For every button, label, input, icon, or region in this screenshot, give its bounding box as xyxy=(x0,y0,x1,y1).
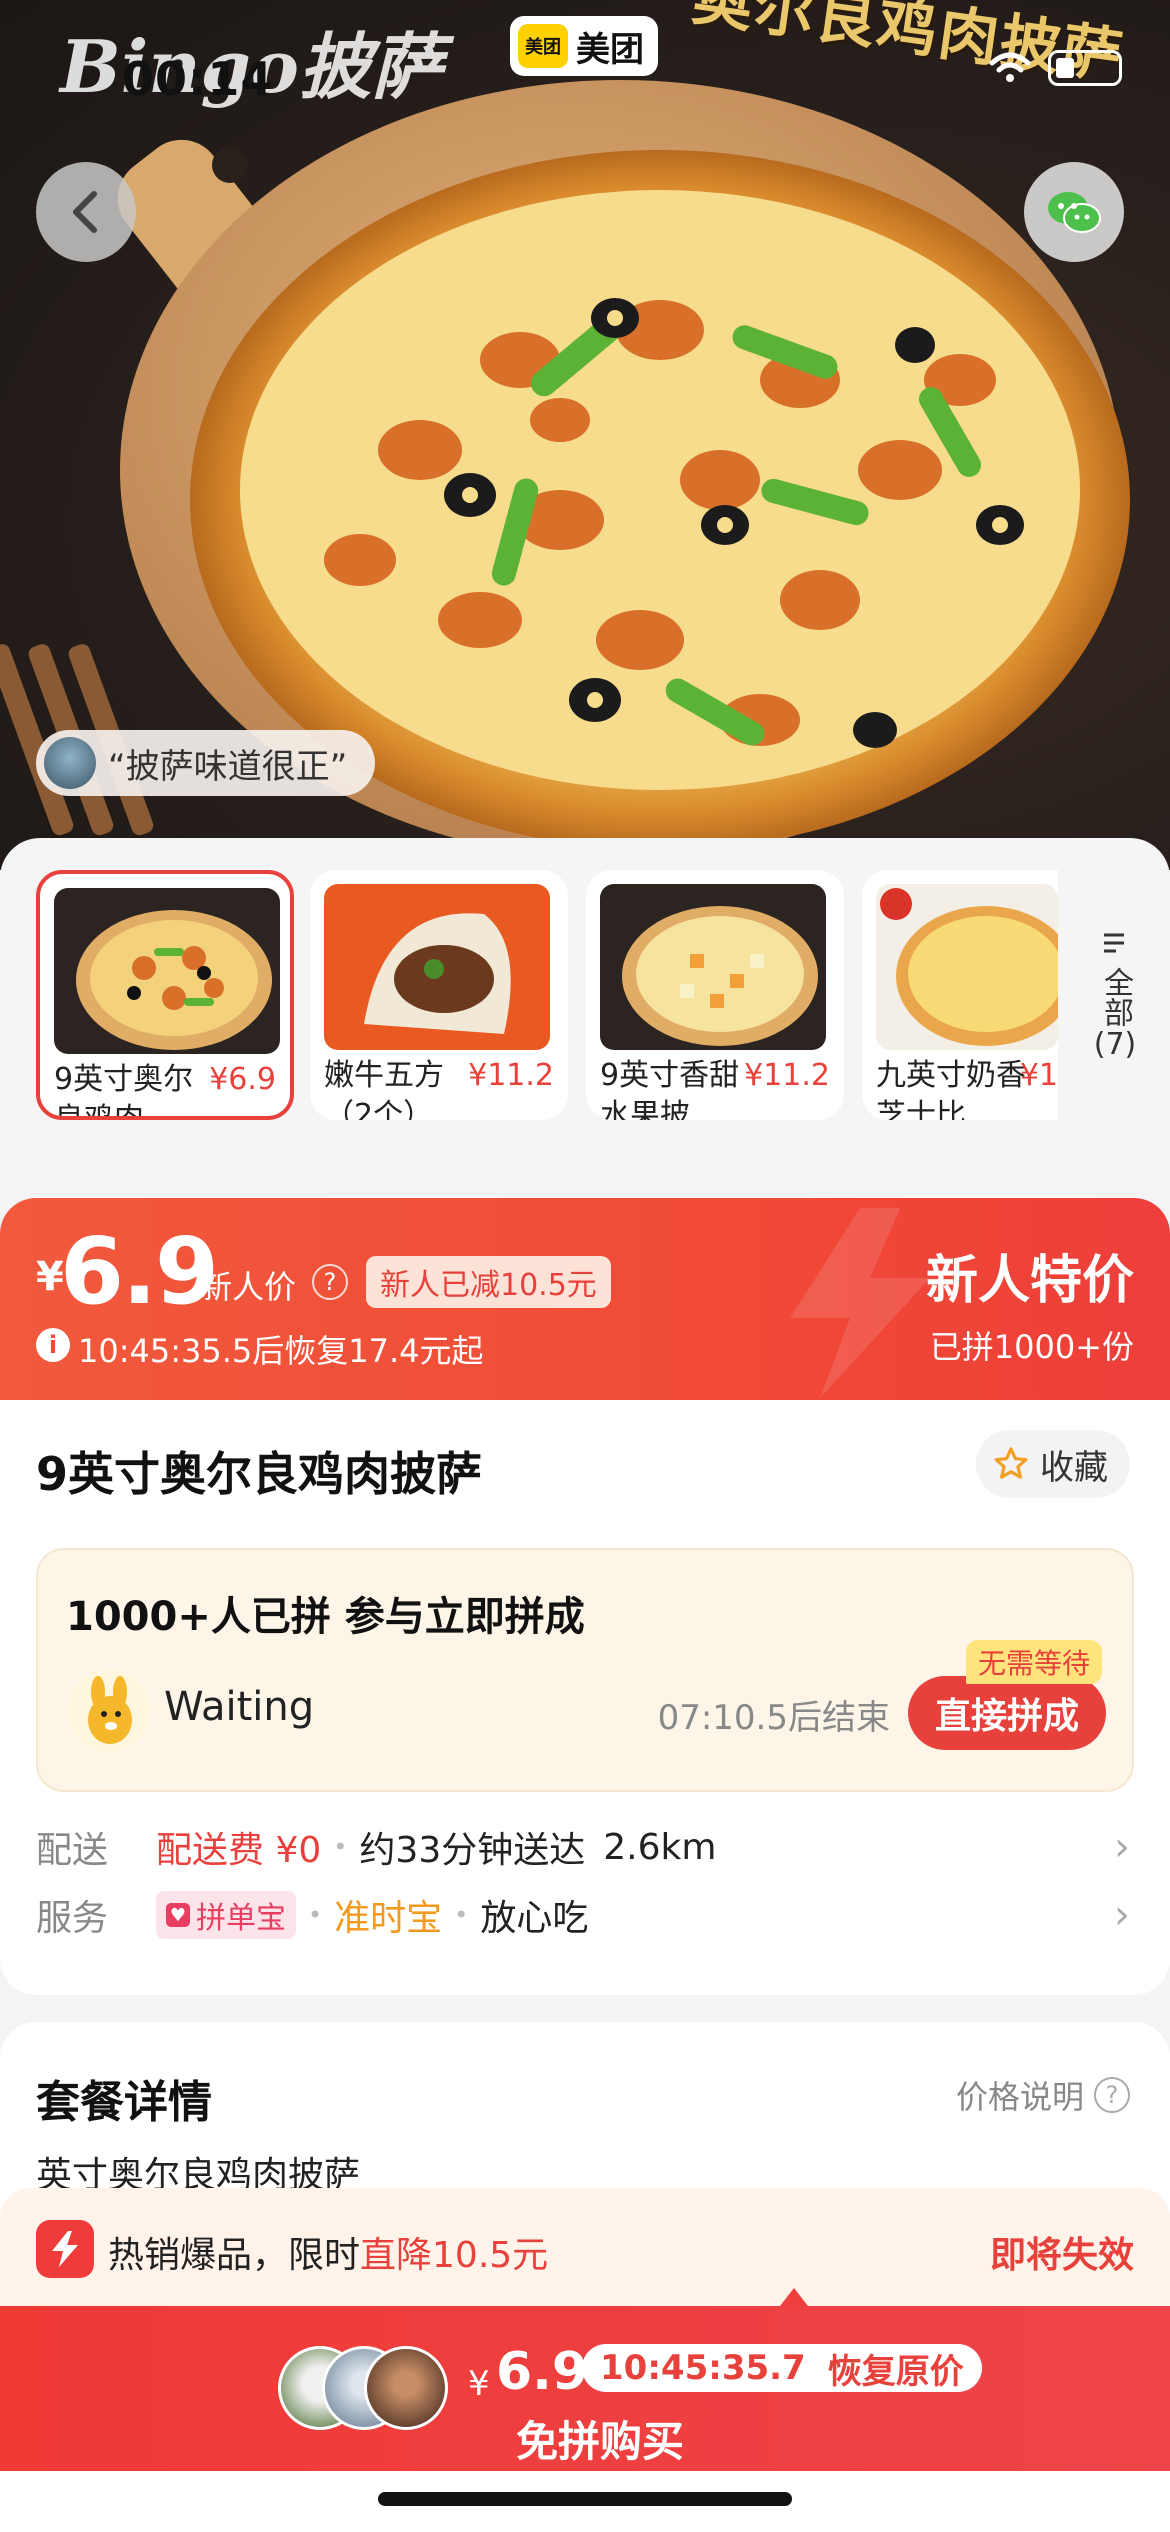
thumb-image xyxy=(54,888,280,1054)
service-label: 服务 xyxy=(36,1898,109,1939)
thumb-price: ¥11.2 xyxy=(744,1058,830,1093)
thumb-name: 9英寸奥尔良鸡肉... xyxy=(54,1062,194,1120)
thumb-price: ¥11.2 xyxy=(468,1058,554,1093)
thumb-price: ¥6.9 xyxy=(209,1062,276,1097)
restore-timer-value: 10:45:35.7 xyxy=(600,2348,806,2388)
price-explanation-label: 价格说明 xyxy=(955,2078,1084,2116)
safe-eat-label: 放心吃 xyxy=(480,1898,589,1939)
status-time: 00:14 xyxy=(122,52,274,106)
thumb-image xyxy=(600,884,826,1050)
group-user-avatar xyxy=(68,1670,150,1752)
thumb-image xyxy=(324,884,550,1050)
chevron-right-icon: › xyxy=(1114,1824,1130,1870)
buy-currency: ¥ xyxy=(468,2364,490,2404)
delivery-fee: 配送费 ¥0 xyxy=(156,1830,322,1871)
chevron-right-icon: › xyxy=(1114,1892,1130,1938)
view-all-label: 全部 xyxy=(1098,967,1133,1027)
buy-label: 免拼购买 xyxy=(515,2417,684,2466)
bottom-buy-bar: ¥ 6.9 10:45:35.7 恢复原价 免拼购买 xyxy=(0,2288,1170,2532)
buy-now-button[interactable]: ¥ 6.9 10:45:35.7 恢复原价 免拼购买 xyxy=(0,2288,1170,2471)
thumb-item[interactable]: 九英寸奶香芝士比... ¥1 xyxy=(862,870,1058,1120)
wechat-icon xyxy=(1048,192,1101,233)
delivery-label: 配送 xyxy=(36,1830,109,1871)
home-indicator xyxy=(378,2492,792,2506)
new-user-price-label: 新人价 xyxy=(200,1268,297,1306)
price-banner: ¥ 6.9 新人价 ? 新人已减10.5元 i 10:45:35.5后恢复17.… xyxy=(0,1198,1170,1400)
flash-icon xyxy=(36,2220,94,2278)
review-bubble[interactable]: “披萨味道很正” xyxy=(36,730,376,796)
review-text: “披萨味道很正” xyxy=(108,746,348,787)
no-wait-tag: 无需等待 xyxy=(965,1640,1102,1684)
share-button[interactable] xyxy=(1024,162,1124,262)
thumb-item[interactable]: 9英寸奥尔良鸡肉... ¥6.9 xyxy=(36,870,294,1120)
separator-dot: • xyxy=(454,1901,469,1929)
delivery-distance: 2.6km xyxy=(603,1826,717,1868)
hot-sale-prefix: 热销爆品，限时 xyxy=(108,2235,361,2276)
thumb-item[interactable]: 嫩牛五方（2个） ¥11.2 xyxy=(310,870,568,1120)
tooltip-notch xyxy=(780,2288,808,2306)
thumb-image xyxy=(876,884,1058,1050)
product-info-card: 9英寸奥尔良鸡肉披萨 收藏 1000+人已拼 参与立即拼成 Waiting 07… xyxy=(0,1400,1170,1995)
hot-sale-highlight: 直降10.5元 xyxy=(360,2235,549,2276)
wifi-icon xyxy=(989,52,1031,82)
sold-count: 已拼1000+份 xyxy=(929,1328,1134,1366)
thumb-name: 九英寸奶香芝士比... xyxy=(876,1058,1026,1120)
group-title: 1000+人已拼 参与立即拼成 xyxy=(66,1594,585,1640)
star-icon xyxy=(994,1447,1028,1479)
reviewer-avatar xyxy=(44,737,96,789)
service-row[interactable]: 服务 ♥ 拼单宝 • 准时宝 • 放心吃 › xyxy=(36,1890,1134,1940)
thumb-item[interactable]: 9英寸香甜水果披... ¥11.2 xyxy=(586,870,844,1120)
ontime-guarantee: 准时宝 xyxy=(334,1898,443,1939)
thumb-price: ¥1 xyxy=(1019,1058,1058,1093)
app-name: 美团 xyxy=(576,29,644,70)
question-icon: ? xyxy=(1094,2077,1130,2113)
discount-badge: 新人已减10.5元 xyxy=(366,1256,611,1308)
delivery-eta: 约33分钟送达 xyxy=(359,1830,586,1871)
list-icon xyxy=(1104,933,1124,953)
status-icons xyxy=(988,50,1122,86)
thumb-name: 嫩牛五方（2个） xyxy=(324,1058,444,1120)
help-icon[interactable]: ? xyxy=(312,1264,348,1300)
back-button[interactable] xyxy=(36,162,136,262)
separator-dot: • xyxy=(308,1901,323,1929)
chevron-left-icon xyxy=(73,191,97,233)
price-countdown: 10:45:35.5后恢复17.4元起 xyxy=(78,1332,484,1370)
thumb-name: 9英寸香甜水果披... xyxy=(600,1058,740,1120)
view-all-button[interactable]: 全部 (7) xyxy=(1090,928,1140,1063)
meituan-logo-icon: 美团 xyxy=(518,24,568,68)
restore-price-timer: 10:45:35.7 恢复原价 xyxy=(582,2344,982,2392)
heart-icon: ♥ xyxy=(166,1903,190,1927)
group-end-time: 07:10.5后结束 xyxy=(657,1698,890,1738)
package-title: 套餐详情 xyxy=(36,2077,212,2128)
promo-title: 新人特价 xyxy=(925,1251,1134,1311)
separator-dot: • xyxy=(333,1833,348,1861)
delivery-row[interactable]: 配送 配送费 ¥0 • 约33分钟送达 2.6km › xyxy=(36,1822,1134,1872)
battery-icon xyxy=(1048,50,1122,86)
group-user-name: Waiting xyxy=(164,1684,315,1730)
hot-sale-text: 热销爆品，限时直降10.5元 xyxy=(108,2226,548,2278)
product-thumbnail-strip: 9英寸奥尔良鸡肉... ¥6.9 嫩牛五方（2个） ¥11.2 9英寸香甜水果披… xyxy=(0,838,1170,1183)
favorite-button[interactable]: 收藏 xyxy=(976,1430,1130,1498)
join-group-button[interactable]: 直接拼成 xyxy=(908,1676,1106,1750)
favorite-label: 收藏 xyxy=(1040,1447,1108,1488)
price-explanation-link[interactable]: 价格说明 ? xyxy=(956,2072,1130,2118)
group-buy-box: 1000+人已拼 参与立即拼成 Waiting 07:10.5后结束 直接拼成 … xyxy=(36,1548,1134,1792)
view-all-count: (7) xyxy=(1093,1027,1137,1062)
expire-soon-label: 即将失效 xyxy=(989,2235,1134,2276)
current-price: 6.9 xyxy=(60,1218,219,1325)
hot-sale-bar: 热销爆品，限时直降10.5元 即将失效 xyxy=(0,2188,1170,2308)
app-badge[interactable]: 美团 美团 xyxy=(510,16,658,76)
buy-price: 6.9 xyxy=(496,2342,589,2402)
product-name: 9英寸奥尔良鸡肉披萨 xyxy=(36,1447,483,1501)
restore-label: 恢复原价 xyxy=(827,2351,964,2392)
pindanbao-badge: ♥ 拼单宝 xyxy=(156,1891,296,1939)
pindanbao-label: 拼单宝 xyxy=(196,1901,286,1936)
info-icon: i xyxy=(36,1328,70,1362)
